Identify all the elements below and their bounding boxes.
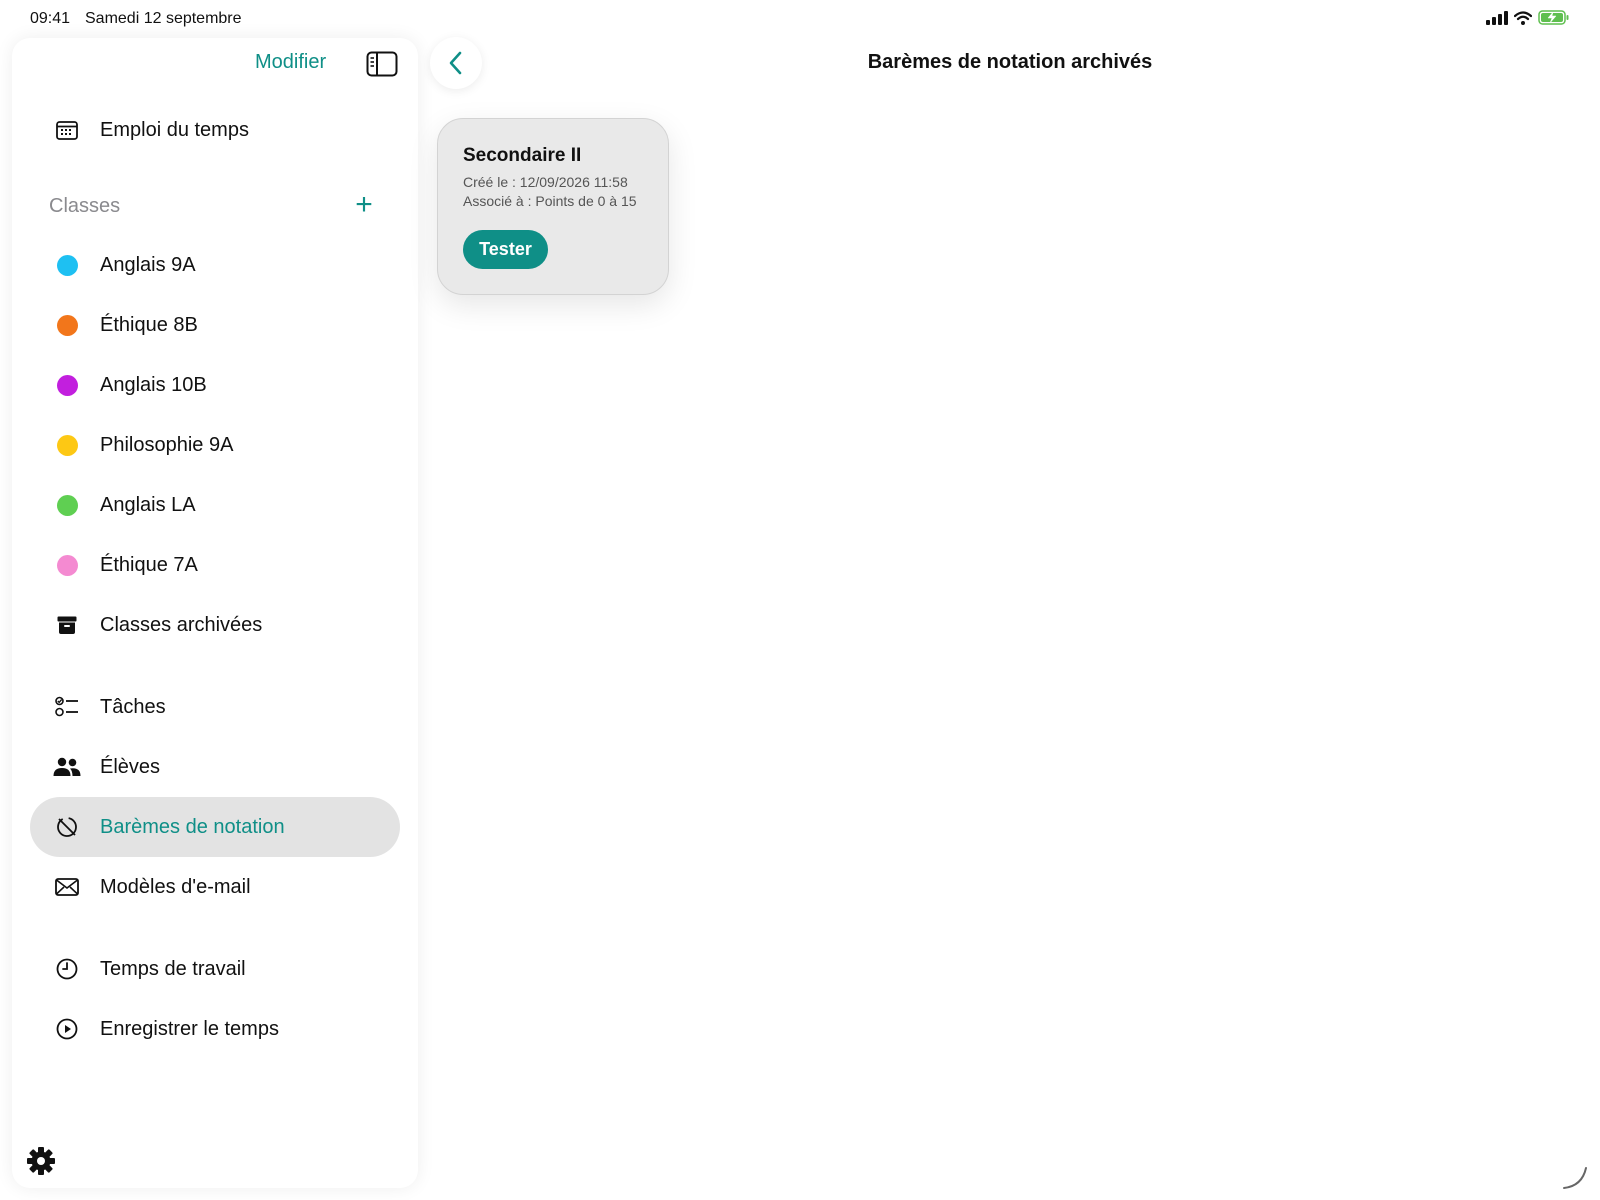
status-icons: [1486, 10, 1570, 25]
sidebar-item-label: Temps de travail: [100, 957, 246, 980]
sidebar-item-label: Anglais 10B: [100, 373, 207, 396]
class-color-dot: [56, 374, 78, 396]
class-color-dot: [56, 254, 78, 276]
sidebar-item-label: Anglais LA: [100, 493, 196, 516]
sidebar-item-schedule[interactable]: Emploi du temps: [30, 100, 400, 160]
sidebar-item-work-time[interactable]: Temps de travail: [30, 939, 400, 999]
sidebar-item-archived-classes[interactable]: Classes archivées: [30, 595, 400, 655]
cellular-signal-icon: [1486, 10, 1508, 25]
sidebar-item-label: Modèles d'e-mail: [100, 875, 251, 898]
archive-box-icon: [52, 610, 82, 640]
class-color-dot: [56, 434, 78, 456]
play-circle-icon: [52, 1014, 82, 1044]
sidebar-item-class[interactable]: Éthique 8B: [30, 295, 400, 355]
status-date: Samedi 12 septembre: [85, 10, 242, 27]
checklist-icon: [52, 692, 82, 722]
card-associated-scale: Associé à : Points de 0 à 15: [463, 193, 637, 209]
sidebar-item-students[interactable]: Élèves: [30, 737, 400, 797]
resize-corner-icon: [1562, 1164, 1588, 1190]
status-bar: 09:41 Samedi 12 septembre: [0, 0, 1600, 38]
wifi-icon: [1514, 10, 1532, 25]
card-created-date: Créé le : 12/09/2026 11:58: [463, 174, 628, 190]
class-color-dot: [56, 314, 78, 336]
class-color-dot: [56, 554, 78, 576]
sidebar-toggle-icon[interactable]: [366, 51, 398, 77]
calendar-icon: [52, 115, 82, 145]
sidebar-item-label: Tâches: [100, 695, 166, 718]
edit-button[interactable]: Modifier: [255, 51, 326, 74]
sidebar-item-label: Éthique 8B: [100, 313, 198, 336]
class-color-dot: [56, 494, 78, 516]
sidebar-item-record-time[interactable]: Enregistrer le temps: [30, 999, 400, 1059]
sidebar: Modifier Emploi du temps Classes + Angla…: [12, 38, 418, 1188]
settings-gear-icon[interactable]: [26, 1146, 56, 1176]
sidebar-item-email-templates[interactable]: Modèles d'e-mail: [30, 857, 400, 917]
sidebar-item-label: Barèmes de notation: [100, 815, 285, 838]
sidebar-item-label: Élèves: [100, 755, 161, 778]
page-title: Barèmes de notation archivés: [867, 51, 1153, 73]
envelope-icon: [52, 872, 82, 902]
sidebar-item-class[interactable]: Philosophie 9A: [30, 415, 400, 475]
back-button[interactable]: [430, 37, 482, 89]
chevron-left-icon: [449, 51, 462, 75]
card-title: Secondaire II: [463, 145, 582, 166]
sidebar-item-label: Anglais 9A: [100, 253, 196, 276]
status-time: 09:41: [30, 10, 71, 27]
sidebar-item-label: Classes archivées: [100, 613, 263, 636]
sidebar-item-label: Philosophie 9A: [100, 433, 234, 456]
sidebar-item-label: Emploi du temps: [100, 118, 249, 141]
sidebar-item-label: Éthique 7A: [100, 553, 198, 576]
grading-scale-icon: [52, 812, 82, 842]
sidebar-item-class[interactable]: Anglais 9A: [30, 235, 400, 295]
sidebar-item-class[interactable]: Éthique 7A: [30, 535, 400, 595]
grading-scale-card[interactable]: Secondaire II Créé le : 12/09/2026 11:58…: [437, 118, 669, 295]
sidebar-item-label: Enregistrer le temps: [100, 1017, 279, 1040]
people-icon: [52, 752, 82, 782]
sidebar-item-grading-scales[interactable]: Barèmes de notation: [30, 797, 400, 857]
sidebar-item-class[interactable]: Anglais LA: [30, 475, 400, 535]
sidebar-item-class[interactable]: Anglais 10B: [30, 355, 400, 415]
add-class-button[interactable]: +: [349, 190, 379, 220]
classes-section-header: Classes: [49, 195, 121, 217]
test-button[interactable]: Tester: [463, 230, 548, 269]
sidebar-item-tasks[interactable]: Tâches: [30, 677, 400, 737]
battery-charging-icon: [1538, 10, 1569, 25]
clock-icon: [52, 954, 82, 984]
